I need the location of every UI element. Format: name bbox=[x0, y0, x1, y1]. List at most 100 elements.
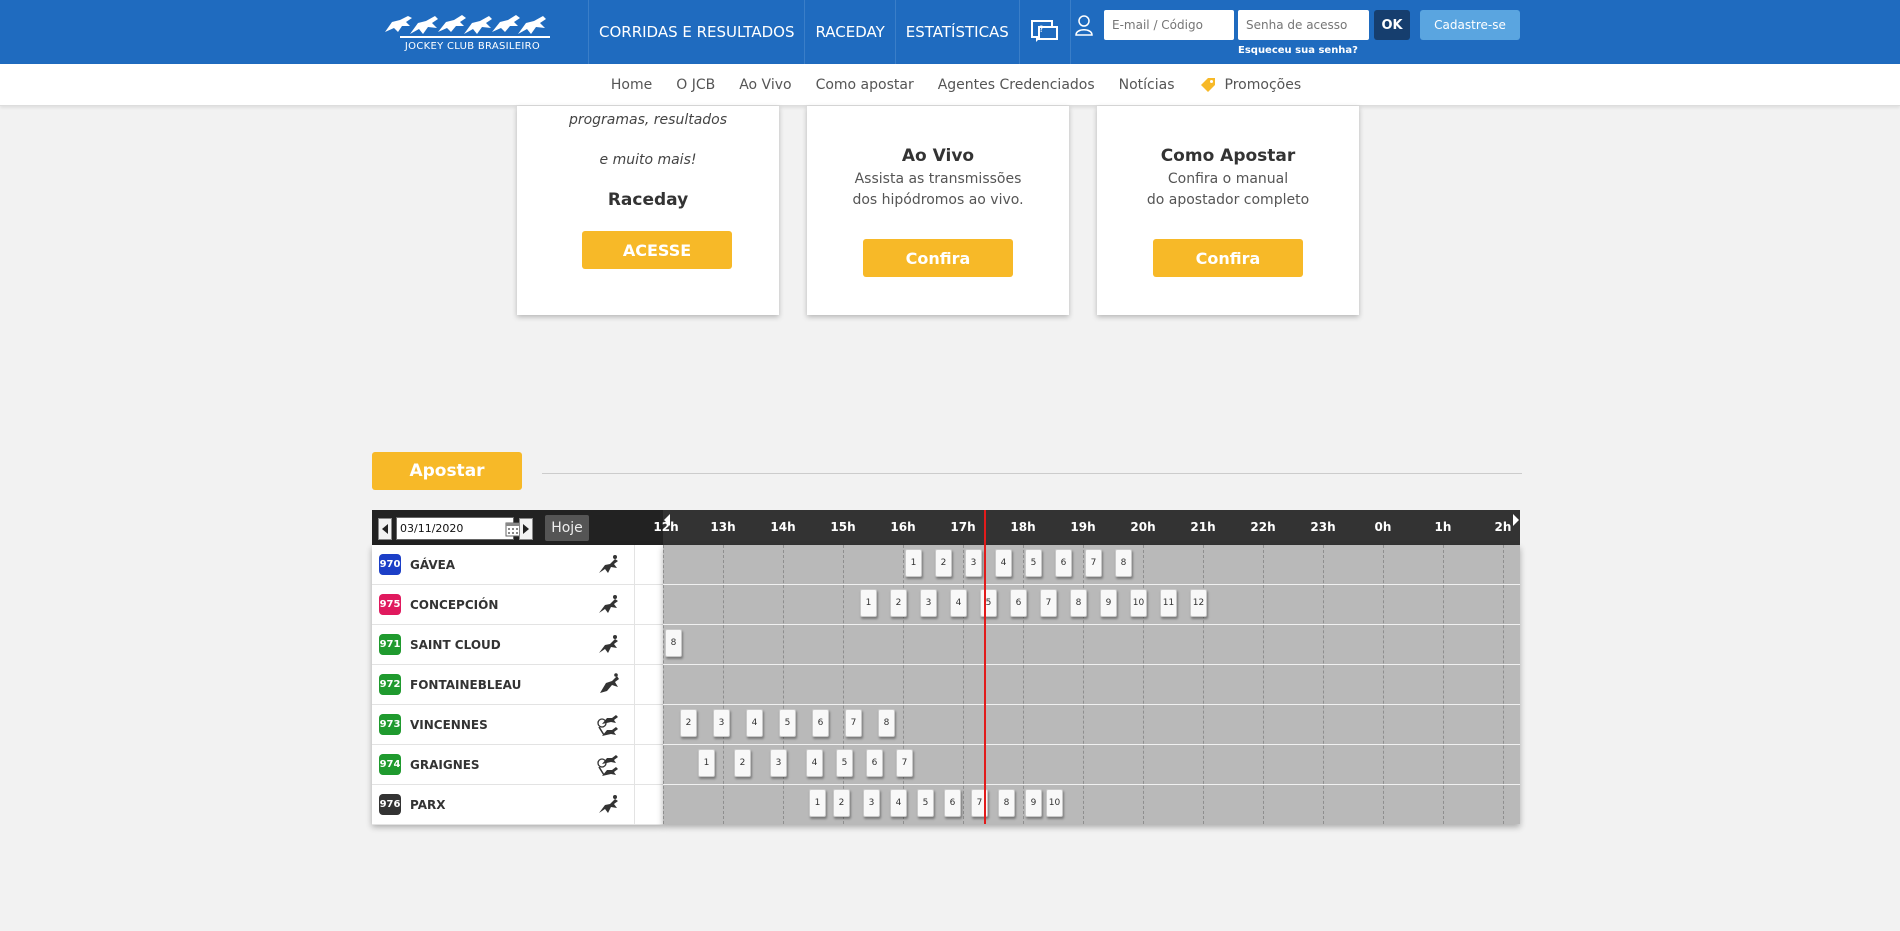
next-date-button[interactable] bbox=[519, 518, 533, 540]
track-name: SAINT CLOUD bbox=[410, 638, 501, 652]
forgot-password-link[interactable]: Esqueceu sua senha? bbox=[1238, 45, 1358, 56]
race-button[interactable]: 1 bbox=[809, 789, 826, 817]
race-button[interactable]: 8 bbox=[665, 629, 682, 657]
race-button[interactable]: 4 bbox=[806, 749, 823, 777]
prev-date-button[interactable] bbox=[378, 518, 392, 540]
password-input[interactable] bbox=[1238, 10, 1369, 40]
race-button[interactable]: 8 bbox=[1115, 549, 1132, 577]
row-divider bbox=[634, 705, 635, 745]
race-button[interactable]: 1 bbox=[698, 749, 715, 777]
subnav-noticias[interactable]: Notícias bbox=[1119, 77, 1175, 93]
race-button[interactable]: 2 bbox=[833, 789, 850, 817]
email-input[interactable] bbox=[1104, 10, 1234, 40]
race-button[interactable]: 11 bbox=[1160, 589, 1177, 617]
race-button[interactable]: 8 bbox=[998, 789, 1015, 817]
race-button[interactable]: 7 bbox=[896, 749, 913, 777]
jcb-logo[interactable]: JOCKEY CLUB BRASILEIRO bbox=[380, 10, 565, 56]
nav-corridas-resultados[interactable]: CORRIDAS E RESULTADOS bbox=[588, 0, 804, 64]
scroll-right-icon[interactable] bbox=[1513, 514, 1519, 526]
subnav-como-apostar[interactable]: Como apostar bbox=[816, 77, 914, 93]
race-button[interactable]: 2 bbox=[935, 549, 952, 577]
track-row[interactable]: 972 FONTAINEBLEAU bbox=[372, 665, 663, 705]
nav-raceday[interactable]: RACEDAY bbox=[804, 0, 894, 64]
race-button[interactable]: 9 bbox=[1100, 589, 1117, 617]
race-button[interactable]: 8 bbox=[878, 709, 895, 737]
signup-button[interactable]: Cadastre-se bbox=[1420, 10, 1520, 40]
race-button[interactable]: 5 bbox=[779, 709, 796, 737]
timeline-row bbox=[663, 785, 1520, 824]
help-button[interactable]: ? bbox=[1018, 0, 1071, 64]
race-button[interactable]: 2 bbox=[890, 589, 907, 617]
hour-label-16h: 16h bbox=[890, 520, 916, 534]
race-button[interactable]: 6 bbox=[812, 709, 829, 737]
race-button[interactable]: 7 bbox=[1085, 549, 1102, 577]
race-button[interactable]: 3 bbox=[713, 709, 730, 737]
track-row[interactable]: 971 SAINT CLOUD bbox=[372, 625, 663, 665]
race-button[interactable]: 5 bbox=[980, 589, 997, 617]
track-name: GÁVEA bbox=[410, 558, 456, 572]
race-button[interactable]: 4 bbox=[890, 789, 907, 817]
race-button[interactable]: 3 bbox=[863, 789, 880, 817]
raceday-acesse-button[interactable]: ACESSE bbox=[582, 231, 732, 269]
apostar-button[interactable]: Apostar bbox=[372, 452, 522, 490]
subnav-agentes[interactable]: Agentes Credenciados bbox=[938, 77, 1095, 93]
race-button[interactable]: 8 bbox=[1070, 589, 1087, 617]
nav-estatisticas[interactable]: ESTATÍSTICAS bbox=[894, 0, 1019, 64]
subnav-ao-vivo[interactable]: Ao Vivo bbox=[739, 77, 791, 93]
race-button[interactable]: 4 bbox=[995, 549, 1012, 577]
track-row[interactable]: 976 PARX bbox=[372, 785, 663, 825]
row-divider bbox=[634, 785, 635, 825]
race-button[interactable]: 5 bbox=[1025, 549, 1042, 577]
hour-label-22h: 22h bbox=[1250, 520, 1276, 534]
race-button[interactable]: 6 bbox=[1055, 549, 1072, 577]
timeline-row bbox=[663, 625, 1520, 665]
race-button[interactable]: 5 bbox=[836, 749, 853, 777]
track-row[interactable]: 975 CONCEPCIÓN bbox=[372, 585, 663, 625]
race-button[interactable]: 1 bbox=[860, 589, 877, 617]
subnav-promocoes[interactable]: Promoções bbox=[1199, 76, 1301, 94]
race-button[interactable]: 9 bbox=[1025, 789, 1042, 817]
subnav-o-jcb[interactable]: O JCB bbox=[676, 77, 715, 93]
como-apostar-confira-button[interactable]: Confira bbox=[1153, 239, 1303, 277]
card-ao-vivo-line1: Assista as transmissões bbox=[854, 171, 1022, 187]
hour-label-15h: 15h bbox=[830, 520, 856, 534]
hour-label-19h: 19h bbox=[1070, 520, 1096, 534]
trot-horse-icon bbox=[597, 715, 618, 736]
card-como-apostar-line1: Confira o manual bbox=[1167, 171, 1289, 187]
track-row[interactable]: 974 GRAIGNES bbox=[372, 745, 663, 785]
race-button[interactable]: 1 bbox=[905, 549, 922, 577]
race-button[interactable]: 2 bbox=[734, 749, 751, 777]
hour-label-0h: 0h bbox=[1374, 520, 1392, 534]
apostar-divider bbox=[542, 473, 1522, 474]
race-button[interactable]: 4 bbox=[746, 709, 763, 737]
race-button[interactable]: 3 bbox=[965, 549, 982, 577]
race-button[interactable]: 4 bbox=[950, 589, 967, 617]
card-como-apostar-line2: do apostador completo bbox=[1146, 192, 1310, 208]
race-button[interactable]: 7 bbox=[845, 709, 862, 737]
race-button[interactable]: 6 bbox=[1010, 589, 1027, 617]
track-name: GRAIGNES bbox=[410, 758, 480, 772]
track-list: 970 GÁVEA 975 CONCEPCIÓN 971 SAINT CLOUD 972 FO… bbox=[372, 545, 663, 825]
race-button[interactable]: 3 bbox=[770, 749, 787, 777]
race-button[interactable]: 10 bbox=[1046, 789, 1063, 817]
subnav-home[interactable]: Home bbox=[611, 77, 652, 93]
hour-label-1h: 1h bbox=[1434, 520, 1452, 534]
track-row[interactable]: 973 VINCENNES bbox=[372, 705, 663, 745]
date-field[interactable]: 03/11/2020 bbox=[396, 517, 525, 540]
race-button[interactable]: 3 bbox=[920, 589, 937, 617]
race-button[interactable]: 5 bbox=[917, 789, 934, 817]
race-button[interactable]: 7 bbox=[1040, 589, 1057, 617]
ao-vivo-confira-button[interactable]: Confira bbox=[863, 239, 1013, 277]
arrow-left-icon bbox=[382, 524, 388, 534]
track-row[interactable]: 970 GÁVEA bbox=[372, 545, 663, 585]
today-button[interactable]: Hoje bbox=[545, 515, 589, 541]
login-ok-button[interactable]: OK bbox=[1374, 10, 1410, 40]
help-chat-icon: ? bbox=[1030, 20, 1058, 42]
race-button[interactable]: 2 bbox=[680, 709, 697, 737]
track-name: FONTAINEBLEAU bbox=[410, 678, 522, 692]
race-button[interactable]: 6 bbox=[944, 789, 961, 817]
race-button[interactable]: 12 bbox=[1190, 589, 1207, 617]
race-button[interactable]: 6 bbox=[866, 749, 883, 777]
horses-logo-icon bbox=[385, 15, 550, 38]
race-button[interactable]: 10 bbox=[1130, 589, 1147, 617]
